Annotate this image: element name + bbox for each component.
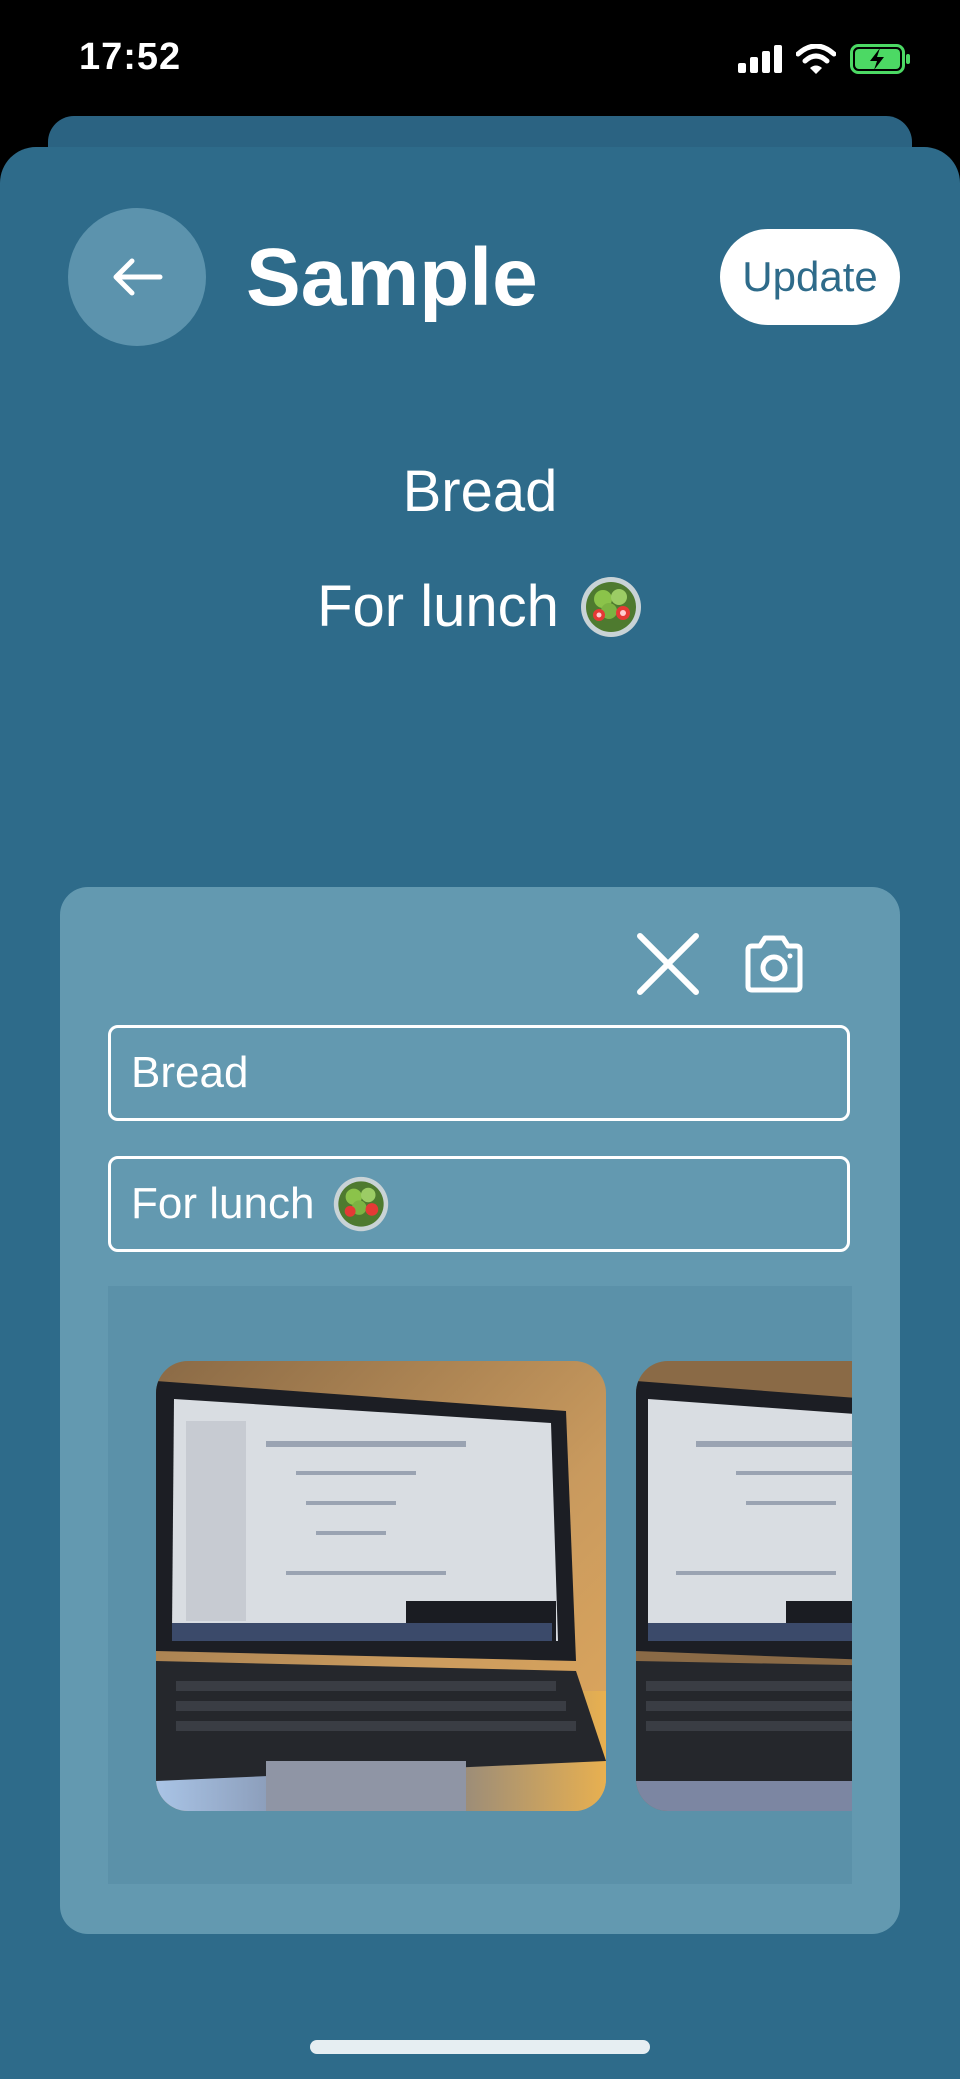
arrow-left-icon (113, 258, 163, 296)
name-field[interactable]: Bread (108, 1025, 850, 1121)
battery-icon (850, 44, 910, 74)
home-indicator[interactable] (310, 2040, 650, 2054)
camera-icon[interactable] (742, 934, 806, 994)
laptop-photo (156, 1361, 606, 1811)
update-button[interactable]: Update (720, 229, 900, 325)
photo-thumbnail[interactable] (156, 1361, 606, 1811)
photo-strip[interactable] (108, 1286, 852, 1884)
name-field-value: Bread (131, 1048, 249, 1097)
salad-emoji (334, 1176, 389, 1232)
status-time: 17:52 (79, 36, 182, 78)
laptop-photo (636, 1361, 852, 1811)
status-bar: 17:52 (0, 0, 960, 118)
wifi-icon (796, 44, 836, 74)
description-field-value: For lunch (131, 1179, 315, 1228)
back-button[interactable] (68, 208, 206, 346)
close-icon[interactable] (636, 932, 700, 996)
photo-thumbnail[interactable] (636, 1361, 852, 1811)
item-description-row: For lunch (0, 573, 960, 640)
salad-emoji (580, 576, 641, 637)
signal-icon (738, 45, 782, 73)
status-icons (738, 44, 912, 74)
item-name: Bread (402, 459, 558, 524)
page-title: Sample (246, 232, 538, 323)
item-description: For lunch (317, 574, 559, 639)
description-field[interactable]: For lunch (108, 1156, 850, 1252)
